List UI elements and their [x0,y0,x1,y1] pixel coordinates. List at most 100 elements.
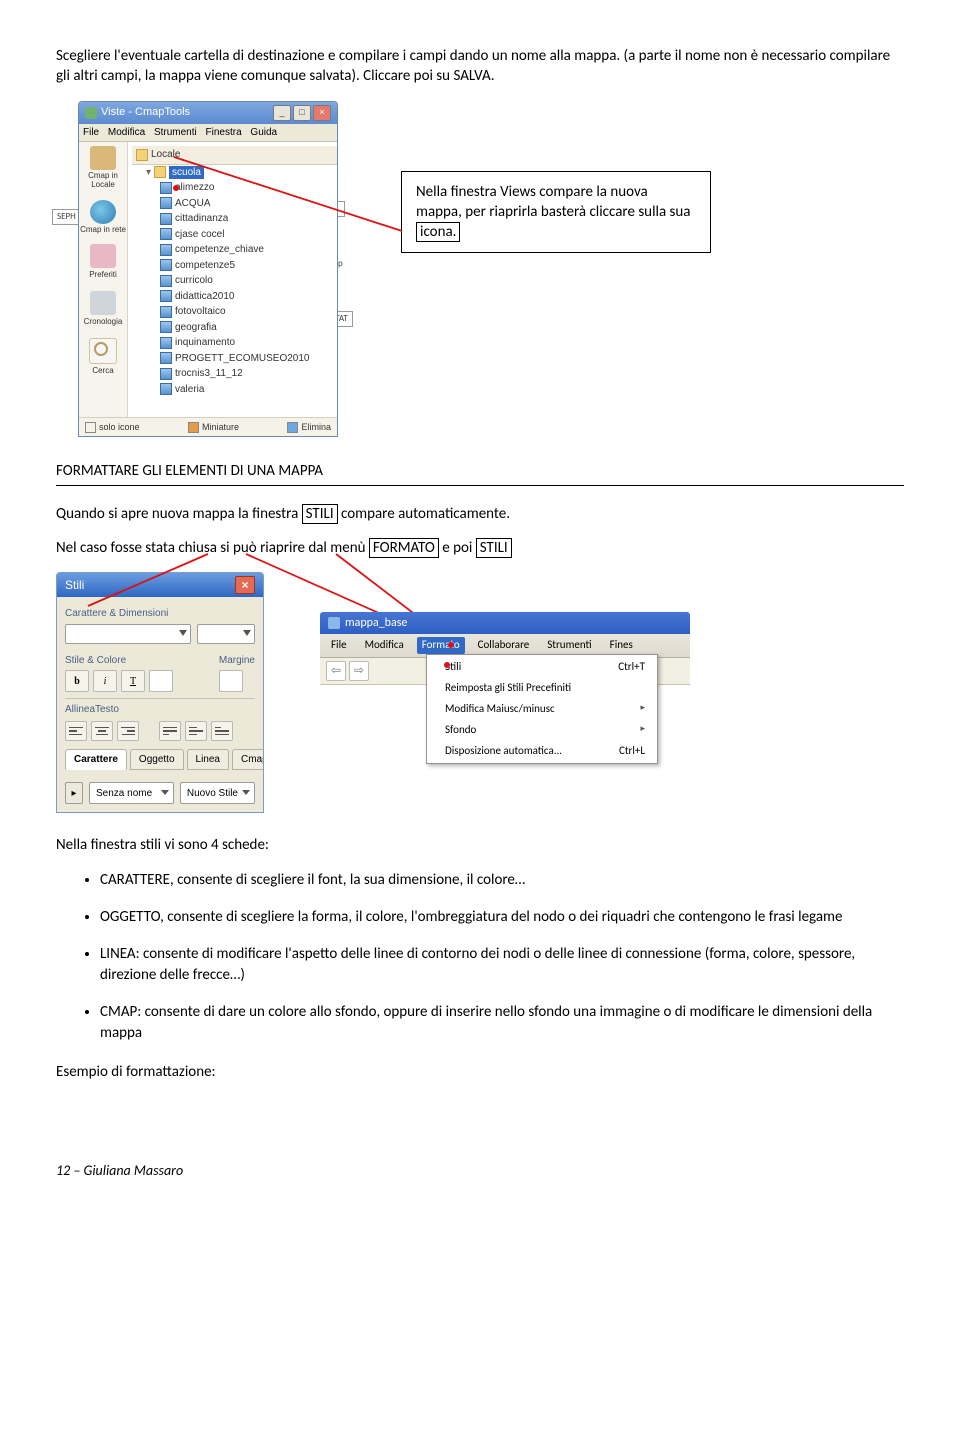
section-divider [56,485,904,486]
minimize-button[interactable]: _ [273,105,291,121]
menu-modifica[interactable]: Modifica [360,637,409,654]
menu-strumenti[interactable]: Strumenti [154,127,197,138]
text-color-button[interactable] [149,670,173,692]
maximize-button[interactable]: □ [293,105,311,121]
cmap-icon [160,213,172,225]
section-title-formattare: FORMATTARE GLI ELEMENTI DI UNA MAPPA [56,461,904,481]
cmap-icon [160,352,172,364]
cmap-icon [160,275,172,287]
tree-item[interactable]: cittadinanza [132,211,337,227]
favorites-icon [90,244,116,268]
style-name-dropdown[interactable]: Senza nome [89,782,174,804]
tree-item[interactable]: geografia [132,320,337,336]
foot-miniature[interactable]: Miniature [188,421,239,433]
menu-file[interactable]: File [83,127,99,138]
tree: Locale ▾scuola alimezzo ACQUA cittadinan… [128,142,337,417]
callout-views: Nella finestra Views compare la nuova ma… [401,171,711,254]
cmap-icon [328,617,340,629]
align-right-button[interactable] [117,721,139,741]
tree-item[interactable]: alimezzo [132,180,337,196]
stili-titlebar: Stili × [57,573,263,597]
menu-formato[interactable]: Formato [417,637,465,654]
list-item-oggetto: OGGETTO, consente di scegliere la forma,… [100,907,904,928]
valign-top-button[interactable] [159,721,181,741]
group-allinea: AllineaTesto [65,703,255,717]
valign-mid-button[interactable] [185,721,207,741]
tree-item[interactable]: valeria [132,382,337,398]
expand-button[interactable]: ▸ [65,782,83,804]
tree-item[interactable]: trocnis3_11_12 [132,366,337,382]
folder-icon [136,149,148,161]
tree-item[interactable]: competenze5 [132,258,337,274]
new-style-dropdown[interactable]: Nuovo Stile [180,782,255,804]
list-item-carattere: CARATTERE, consente di scegliere il font… [100,870,904,891]
dropdown-item-reimposta[interactable]: Reimposta gli Stili Precefiniti [427,678,657,699]
tab-carattere[interactable]: Carattere [65,749,127,771]
viste-footer: solo icone Miniature Elimina [79,417,337,436]
tree-item[interactable]: PROGETT_ECOMUSEO2010 [132,351,337,367]
back-button[interactable]: ⇦ [326,661,346,681]
valign-bot-button[interactable] [211,721,233,741]
tree-folder[interactable]: ▾scuola [132,165,337,181]
close-button[interactable]: × [235,576,255,594]
history-icon [90,291,116,315]
underline-button[interactable]: T [121,670,145,692]
checkbox-icon [85,422,96,433]
menu-finestra[interactable]: Finestra [206,127,242,138]
sidebar-item-preferiti[interactable]: Preferiti [89,244,117,281]
cmap-icon [160,306,172,318]
formato-dropdown: StiliCtrl+T Reimposta gli Stili Precefin… [426,654,658,764]
align-center-button[interactable] [91,721,113,741]
thumb-icon [188,422,199,433]
viste-screenshot-area: SEPH REL rapp ENTAT Viste - CmapTools _ … [56,101,904,431]
search-icon [89,338,117,364]
font-combo[interactable] [65,624,191,644]
folder-icon [154,166,166,178]
sidebar: Cmap in Locale Cmap in rete Preferiti Cr… [79,142,128,417]
titlebar: Viste - CmapTools _ □ × [79,102,337,124]
dropdown-item-sfondo[interactable]: Sfondo▸ [427,720,657,741]
menu-modifica[interactable]: Modifica [108,127,145,138]
sidebar-item-rete[interactable]: Cmap in rete [80,200,126,235]
schede-intro: Nella finestra stili vi sono 4 schede: [56,835,904,855]
dropdown-item-disposizione[interactable]: Disposizione automatica...Ctrl+L [427,741,657,762]
behind-fragment: SEPH [52,209,81,225]
margin-box[interactable] [219,670,243,692]
close-button[interactable]: × [313,105,331,121]
menu-collaborare[interactable]: Collaborare [473,637,535,654]
mappa-titlebar: mappa_base [320,612,690,634]
group-carattere-dimensioni: Carattere & Dimensioni [65,607,255,621]
tree-item[interactable]: ACQUA [132,196,337,212]
foot-solo-icone[interactable]: solo icone [85,421,140,433]
paragraph-riaprire: Nel caso fosse stata chiusa si può riapr… [56,538,904,558]
tree-item[interactable]: competenze_chiave [132,242,337,258]
tab-oggetto[interactable]: Oggetto [130,749,184,771]
size-combo[interactable] [197,624,255,644]
menu-finestra[interactable]: Fines [605,637,638,654]
stili-window: Stili × Carattere & Dimensioni Stile & C… [56,572,264,813]
page-footer: 12 – Giuliana Massaro [56,1162,904,1181]
menu-guida[interactable]: Guida [250,127,277,138]
tree-item[interactable]: fotovoltaico [132,304,337,320]
tree-root[interactable]: Locale [132,146,337,165]
tree-item[interactable]: cjase cocel [132,227,337,243]
dropdown-item-maiusc[interactable]: Modifica Maiusc/minusc▸ [427,699,657,720]
tab-linea[interactable]: Linea [187,749,229,771]
forward-button[interactable]: ⇨ [349,661,369,681]
menu-strumenti[interactable]: Strumenti [542,637,596,654]
dropdown-item-stili[interactable]: StiliCtrl+T [427,657,657,678]
align-left-button[interactable] [65,721,87,741]
tab-cmap[interactable]: Cmap [232,749,264,771]
foot-elimina[interactable]: Elimina [287,421,331,433]
sidebar-item-locale[interactable]: Cmap in Locale [79,146,127,190]
sidebar-item-cronologia[interactable]: Cronologia [84,291,123,328]
app-icon [85,107,97,119]
sidebar-item-cerca[interactable]: Cerca [89,338,117,377]
bold-button[interactable]: b [65,670,89,692]
tree-item[interactable]: didattica2010 [132,289,337,305]
menu-file[interactable]: File [326,637,352,654]
paragraph-stili-auto: Quando si apre nuova mappa la finestra S… [56,504,904,524]
tree-item[interactable]: inquinamento [132,335,337,351]
italic-button[interactable]: i [93,670,117,692]
tree-item[interactable]: curricolo [132,273,337,289]
